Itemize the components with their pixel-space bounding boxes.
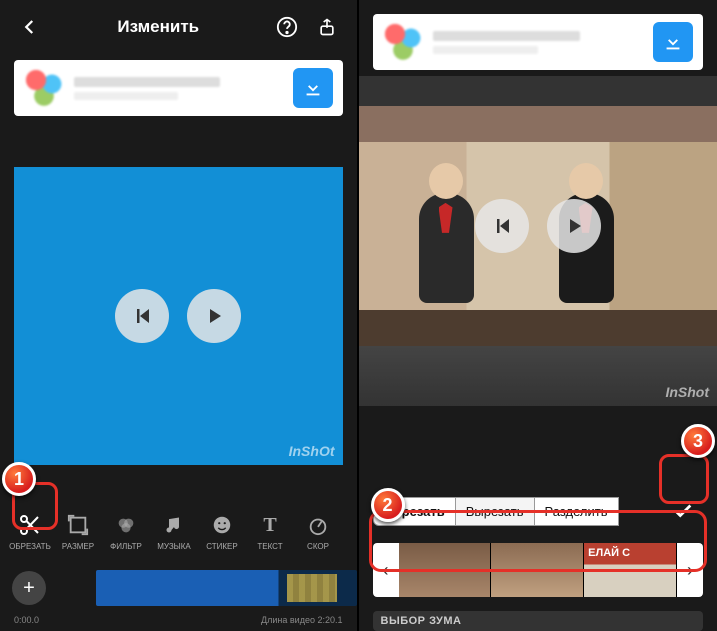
timeline[interactable]: + xyxy=(0,563,357,613)
filter-icon xyxy=(113,512,139,538)
sticker-icon xyxy=(209,512,235,538)
badge-1: 1 xyxy=(2,462,36,496)
video-preview[interactable] xyxy=(359,106,717,346)
segment-cut[interactable]: Вырезать xyxy=(456,497,534,526)
ad-banner[interactable] xyxy=(14,60,343,116)
tool-label: МУЗЫКА xyxy=(157,542,190,551)
music-icon xyxy=(161,512,187,538)
frame-thumb xyxy=(584,543,677,597)
badge-3: 3 xyxy=(681,424,715,458)
text-icon: T xyxy=(257,512,283,538)
prev-button[interactable] xyxy=(475,199,529,253)
tool-label: СТИКЕР xyxy=(206,542,237,551)
tool-label: ОБРЕЗАТЬ xyxy=(9,542,51,551)
add-button[interactable]: + xyxy=(12,571,46,605)
page-title: Изменить xyxy=(44,17,273,37)
ad-thumb xyxy=(383,22,423,62)
tool-speed[interactable]: СКОР xyxy=(294,508,342,555)
duration-label: Длина видео 2:20.1 xyxy=(261,615,342,625)
watermark: InShot xyxy=(665,384,709,400)
tool-label: ФИЛЬТР xyxy=(110,542,142,551)
ad-banner[interactable] xyxy=(373,14,704,70)
download-icon[interactable] xyxy=(293,68,333,108)
tool-label: СКОР xyxy=(307,542,329,551)
trim-strip[interactable]: ‹ › xyxy=(373,543,704,597)
clip-strip[interactable] xyxy=(96,570,357,606)
trim-handle-left[interactable]: ‹ xyxy=(373,543,399,597)
play-button[interactable] xyxy=(547,199,601,253)
video-preview[interactable]: InShOt xyxy=(14,167,343,466)
trim-handle-right[interactable]: › xyxy=(677,543,703,597)
ad-text xyxy=(433,31,644,54)
back-icon[interactable] xyxy=(16,13,44,41)
frame-thumb xyxy=(399,543,492,597)
play-button[interactable] xyxy=(187,289,241,343)
frame-thumb xyxy=(491,543,584,597)
tool-label: ТЕКСТ xyxy=(257,542,282,551)
download-icon[interactable] xyxy=(653,22,693,62)
scissors-icon xyxy=(17,512,43,538)
tool-sticker[interactable]: СТИКЕР xyxy=(198,508,246,555)
ad-text xyxy=(74,77,283,100)
speed-icon xyxy=(305,512,331,538)
badge-2: 2 xyxy=(371,488,405,522)
tool-text[interactable]: T ТЕКСТ xyxy=(246,508,294,555)
tool-canvas[interactable]: РАЗМЕР xyxy=(54,508,102,555)
watermark: InShOt xyxy=(289,443,335,459)
share-icon[interactable] xyxy=(313,13,341,41)
tool-label: РАЗМЕР xyxy=(62,542,94,551)
confirm-button[interactable] xyxy=(663,491,703,531)
tool-trim[interactable]: ОБРЕЗАТЬ xyxy=(6,508,54,555)
tool-filter[interactable]: ФИЛЬТР xyxy=(102,508,150,555)
ad-thumb xyxy=(24,68,64,108)
zoom-select-label[interactable]: ВЫБОР ЗУМА xyxy=(373,611,704,631)
prev-button[interactable] xyxy=(115,289,169,343)
canvas-icon xyxy=(65,512,91,538)
tool-music[interactable]: МУЗЫКА xyxy=(150,508,198,555)
segment-split[interactable]: Разделить xyxy=(534,497,619,526)
tool-bar: ОБРЕЗАТЬ РАЗМЕР ФИЛЬТР МУЗЫКА СТИКЕР xyxy=(0,502,357,555)
help-icon[interactable] xyxy=(273,13,301,41)
time-start: 0:00.0 xyxy=(14,615,39,625)
